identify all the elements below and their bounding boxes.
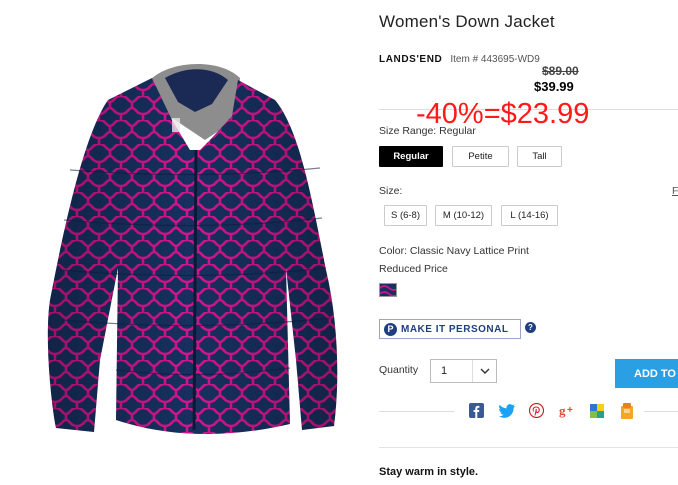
twitter-icon[interactable] bbox=[498, 402, 515, 419]
product-tagline: Stay warm in style. bbox=[379, 466, 479, 478]
size-range-tall-button[interactable]: Tall bbox=[517, 146, 562, 167]
google-plus-icon[interactable]: g + bbox=[558, 402, 575, 419]
discount-overlay: -40%=$23.99 bbox=[416, 98, 590, 130]
facebook-icon[interactable] bbox=[468, 402, 485, 419]
make-it-personal-label: MAKE IT PERSONAL bbox=[401, 323, 509, 335]
color-label: Color: Classic Navy Lattice Print bbox=[379, 245, 529, 257]
quantity-value: 1 bbox=[441, 365, 448, 377]
quantity-select[interactable]: 1 bbox=[430, 359, 497, 383]
jacket-illustration bbox=[47, 63, 338, 435]
swatch-pattern bbox=[380, 284, 396, 296]
add-to-bag-button[interactable]: ADD TO bbox=[615, 359, 678, 388]
share-row: g + bbox=[468, 402, 635, 419]
product-title: Women's Down Jacket bbox=[379, 12, 555, 31]
reduced-price-note: Reduced Price bbox=[379, 263, 448, 275]
chevron-down-icon bbox=[472, 360, 496, 382]
size-m-button[interactable]: M (10-12) bbox=[435, 205, 492, 226]
svg-text:g: g bbox=[559, 403, 566, 418]
sale-price: $39.99 bbox=[534, 79, 574, 94]
brand-logo[interactable]: LANDS'END bbox=[379, 54, 442, 65]
color-swatch-navy-lattice[interactable] bbox=[379, 283, 397, 297]
divider bbox=[379, 411, 454, 412]
pinterest-icon[interactable] bbox=[528, 402, 545, 419]
product-image[interactable] bbox=[0, 0, 350, 485]
size-s-button[interactable]: S (6-8) bbox=[384, 205, 427, 226]
size-guide-link[interactable]: F bbox=[672, 185, 678, 197]
save-icon[interactable] bbox=[618, 402, 635, 419]
divider bbox=[379, 447, 678, 448]
svg-text:+: + bbox=[567, 405, 573, 416]
personalize-icon: P bbox=[384, 322, 397, 336]
size-label: Size: bbox=[379, 185, 403, 197]
item-number: Item # 443695-WD9 bbox=[450, 54, 540, 65]
divider bbox=[644, 411, 678, 412]
size-range-petite-button[interactable]: Petite bbox=[452, 146, 509, 167]
make-it-personal-button[interactable]: P MAKE IT PERSONAL bbox=[379, 319, 521, 339]
help-icon[interactable]: ? bbox=[525, 322, 536, 333]
size-l-button[interactable]: L (14-16) bbox=[501, 205, 558, 226]
delicious-icon[interactable] bbox=[588, 402, 605, 419]
size-range-regular-button[interactable]: Regular bbox=[379, 146, 443, 167]
brand-row: LANDS'END Item # 443695-WD9 bbox=[379, 54, 540, 65]
quantity-label: Quantity bbox=[379, 364, 419, 376]
original-price: $89.00 bbox=[542, 64, 579, 78]
